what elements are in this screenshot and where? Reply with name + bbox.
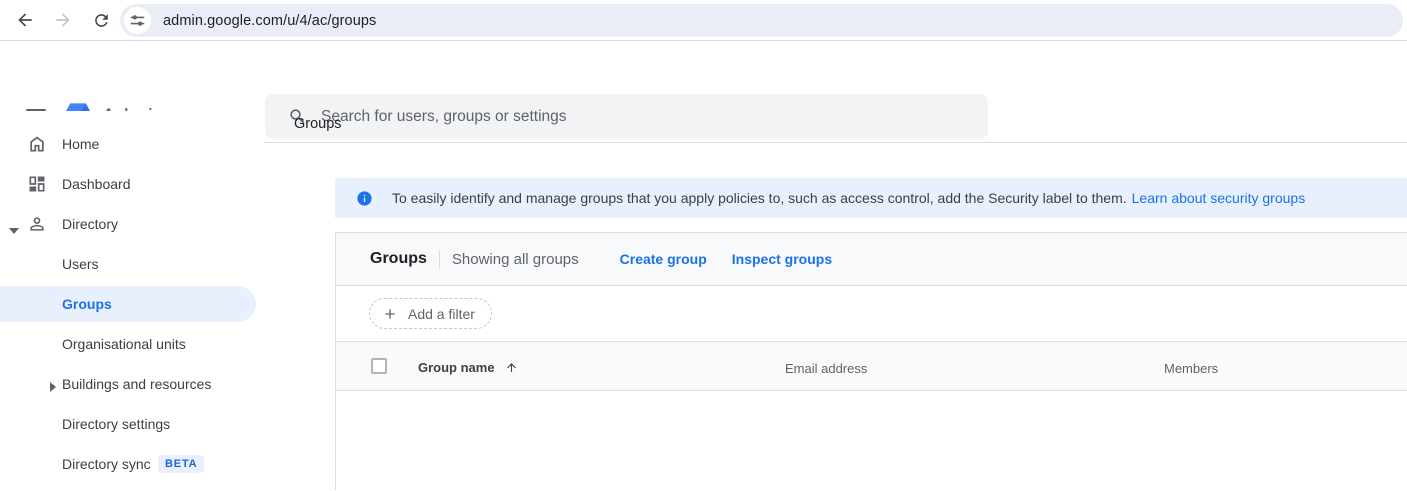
sidebar-nav: Home Dashboard Directory Users Groups Or…: [0, 111, 260, 490]
column-header-group-name[interactable]: Group name: [418, 360, 518, 375]
learn-about-security-groups-link[interactable]: Learn about security groups: [1132, 190, 1306, 206]
sidebar-item-directory-settings[interactable]: Directory settings: [0, 404, 256, 444]
address-bar[interactable]: admin.google.com/u/4/ac/groups: [120, 4, 1403, 37]
create-group-button[interactable]: Create group: [620, 251, 707, 267]
sidebar-item-label: Home: [62, 136, 99, 152]
sidebar-item-label: Directory: [62, 216, 118, 232]
home-icon: [27, 134, 47, 157]
reload-icon: [92, 11, 111, 30]
banner-message: To easily identify and manage groups tha…: [392, 190, 1127, 206]
sidebar-item-dashboard[interactable]: Dashboard: [0, 164, 256, 204]
sidebar-item-directory-sync[interactable]: Directory sync BETA: [0, 444, 256, 484]
browser-reload-button[interactable]: [90, 9, 112, 31]
sidebar-item-label: Groups: [62, 296, 112, 312]
sidebar-item-label: Dashboard: [62, 176, 131, 192]
sidebar-item-label: Buildings and resources: [62, 376, 211, 392]
sidebar-item-directory[interactable]: Directory: [0, 204, 256, 244]
app-header: Admin: [0, 41, 1407, 111]
groups-table-header: Group name Email address Members: [336, 342, 1407, 391]
groups-panel: Groups Showing all groups Create group I…: [335, 232, 1407, 490]
search-input[interactable]: [321, 94, 988, 139]
sort-ascending-icon: [505, 361, 518, 374]
browser-toolbar: admin.google.com/u/4/ac/groups: [0, 0, 1407, 41]
person-icon: [27, 214, 47, 237]
forward-arrow-icon: [53, 10, 73, 30]
beta-badge: BETA: [158, 455, 204, 473]
url-text: admin.google.com/u/4/ac/groups: [163, 13, 376, 29]
sidebar-item-label: Organisational units: [62, 336, 186, 352]
sidebar-item-home[interactable]: Home: [0, 124, 256, 164]
groups-panel-header: Groups Showing all groups Create group I…: [336, 233, 1407, 286]
back-arrow-icon: [15, 10, 35, 30]
chevron-down-icon: [9, 221, 19, 237]
groups-table-body: [336, 391, 1407, 491]
sidebar-item-label: Directory sync: [62, 456, 151, 472]
breadcrumb: Groups: [294, 116, 342, 132]
panel-subtitle: Showing all groups: [452, 251, 579, 268]
plus-icon: [382, 306, 398, 322]
search-bar[interactable]: [265, 94, 988, 139]
header-divider: [264, 142, 1407, 143]
select-all-checkbox[interactable]: [371, 358, 387, 374]
column-label: Group name: [418, 360, 495, 375]
sidebar-item-label: Directory settings: [62, 416, 170, 432]
chevron-right-icon: [50, 379, 56, 395]
dashboard-icon: [27, 174, 47, 197]
title-separator: [439, 250, 440, 268]
site-info-button[interactable]: [124, 7, 151, 34]
sidebar-item-organisational-units[interactable]: Organisational units: [0, 324, 256, 364]
sidebar-item-label: Users: [62, 256, 99, 272]
add-filter-label: Add a filter: [408, 306, 475, 322]
column-header-email[interactable]: Email address: [785, 361, 867, 376]
column-header-members[interactable]: Members: [1164, 361, 1218, 376]
sidebar-item-buildings-resources[interactable]: Buildings and resources: [0, 364, 256, 404]
sidebar-item-users[interactable]: Users: [0, 244, 256, 284]
inspect-groups-button[interactable]: Inspect groups: [732, 251, 832, 267]
tune-icon: [130, 13, 145, 28]
filter-bar: Add a filter: [336, 286, 1407, 342]
security-groups-banner: To easily identify and manage groups tha…: [335, 178, 1407, 218]
browser-forward-button[interactable]: [52, 9, 74, 31]
info-icon: [356, 190, 373, 207]
panel-title: Groups: [370, 250, 427, 268]
add-filter-chip[interactable]: Add a filter: [369, 298, 492, 329]
sidebar-item-groups[interactable]: Groups: [0, 286, 256, 322]
browser-back-button[interactable]: [14, 9, 36, 31]
